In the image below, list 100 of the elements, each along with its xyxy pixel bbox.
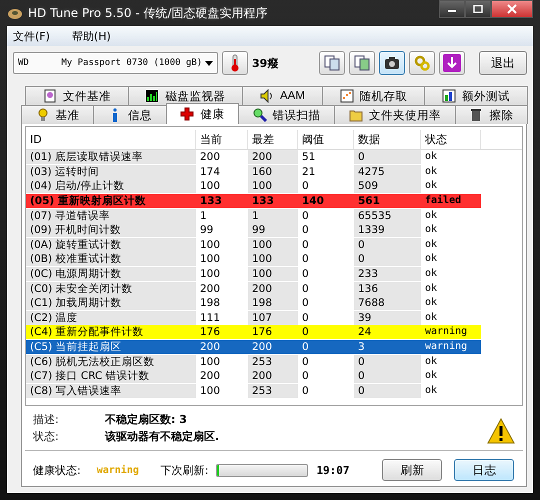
table-cell: 100 [248, 267, 298, 282]
table-cell: 0 [354, 238, 421, 252]
table-cell: (0B) 校准重试计数 [26, 252, 196, 266]
table-cell: 0 [298, 340, 354, 354]
table-row[interactable]: (0B) 校准重试计数 100 100 0 0 ok [26, 252, 522, 267]
table-cell-text: 200 [199, 369, 222, 384]
tab[interactable]: 额外测试 [424, 86, 528, 105]
tab[interactable]: 文件基准 [25, 86, 129, 105]
refresh-label: 下次刷新: [160, 462, 208, 478]
tab[interactable]: 错误扫描 [238, 105, 336, 124]
menu-item[interactable]: 帮助(H) [72, 28, 111, 44]
minimize-button[interactable] [439, 0, 465, 18]
table-row[interactable]: (07) 寻道错误率 1 1 0 65535 ok [26, 208, 522, 223]
magnifier-icon [252, 108, 267, 122]
camera-icon[interactable] [379, 51, 405, 75]
table-cell: 107 [248, 310, 298, 325]
bulb-icon [36, 108, 50, 122]
tab[interactable]: AAM [242, 86, 323, 105]
table-row[interactable]: (04) 启动/停止计数 100 100 0 509 ok [26, 179, 522, 194]
column-header[interactable]: 最差 [248, 130, 298, 148]
table-cell-text: 200 [199, 150, 222, 164]
tab[interactable]: 随机存取 [322, 86, 426, 105]
table-row[interactable]: (03) 运转时间 174 160 21 4275 ok [26, 164, 522, 180]
plus-icon [180, 107, 194, 121]
column-header[interactable]: 状态 [421, 130, 481, 148]
tab[interactable]: 信息 [93, 105, 167, 124]
table-row[interactable]: (0A) 旋转重试计数 100 100 0 0 ok [26, 238, 522, 252]
table-cell: (09) 开机时间计数 [26, 223, 196, 238]
table-cell: 1339 [354, 223, 421, 238]
table-cell-text: ok [424, 252, 438, 266]
table-cell: (C7) 接口 CRC 错误计数 [26, 369, 196, 384]
table-cell-text: ok [424, 238, 438, 252]
column-header[interactable]: 阈值 [298, 130, 354, 148]
table-row[interactable]: (C1) 加载周期计数 198 198 0 7688 ok [26, 296, 522, 311]
table-row[interactable]: (05) 重新映射扇区计数 133 133 140 561 failed [26, 194, 522, 208]
description-label: 描述: [33, 412, 60, 427]
table-cell: warning [421, 340, 481, 354]
table-row[interactable]: (C2) 温度 111 107 0 39 ok [26, 310, 522, 326]
download-icon[interactable] [439, 51, 465, 75]
table-cell-text: 200 [199, 282, 222, 296]
table-row[interactable]: (0C) 电源周期计数 100 100 0 233 ok [26, 266, 522, 282]
table-cell: (C5) 当前挂起扇区 [26, 340, 196, 354]
table-cell: 0 [354, 369, 421, 384]
table-cell: (C1) 加载周期计数 [26, 296, 196, 310]
table-row[interactable]: (C5) 当前挂起扇区 200 200 0 3 warning [26, 340, 522, 354]
table-cell: 198 [248, 296, 298, 310]
table-cell-text: 0 [301, 223, 310, 238]
table-row[interactable]: (C8) 写入错误速率 100 253 0 0 ok [26, 384, 522, 398]
drive-dropdown[interactable]: WD My Passport 0730 (1000 gB) [13, 52, 218, 74]
column-header[interactable]: ID [26, 130, 196, 148]
log-button[interactable]: 日志 [454, 459, 514, 481]
table-cell: (0A) 旋转重试计数 [26, 238, 196, 252]
tab[interactable]: 擦除 [454, 105, 528, 124]
table-cell: 509 [354, 179, 421, 194]
table-cell-text: ok [424, 150, 438, 164]
thermometer-button[interactable] [222, 51, 248, 75]
table-cell: 24 [354, 325, 421, 340]
column-header[interactable]: 数据 [354, 130, 421, 148]
exit-button[interactable]: 退出 [479, 51, 527, 75]
table-cell: 100 [248, 179, 298, 194]
description-text: 不稳定扇区数: 3 [105, 412, 188, 427]
maximize-icon [473, 5, 483, 13]
health-status: warning [96, 464, 140, 476]
table-cell: (C6) 脱机无法校正扇区数 [26, 354, 196, 369]
table-row[interactable]: (01) 底层读取错误速率 200 200 51 0 ok [26, 150, 522, 165]
tab[interactable]: 文件夹使用率 [334, 105, 456, 124]
table-cell-text: 198 [199, 296, 222, 310]
close-button[interactable] [491, 0, 533, 18]
table-cell-text: 51 [301, 150, 316, 164]
warning-icon [487, 418, 515, 444]
table-cell-text: 100 [199, 238, 222, 252]
refresh-button[interactable]: 刷新 [382, 459, 442, 481]
maximize-button[interactable] [465, 0, 491, 18]
tab[interactable]: 磁盘监视器 [128, 86, 244, 105]
copy-icon[interactable] [349, 51, 375, 75]
table-cell: 200 [196, 340, 248, 354]
tab[interactable]: 基准 [21, 105, 94, 124]
table-row[interactable]: (C7) 接口 CRC 错误计数 200 200 0 0 ok [26, 368, 522, 384]
table-cell-text: ok [424, 179, 438, 194]
tab[interactable]: 健康 [166, 103, 239, 124]
chart-icon [442, 89, 456, 103]
table-row[interactable]: (09) 开机时间计数 99 99 0 1339 ok [26, 222, 522, 238]
table-cell-text: 0 [301, 282, 310, 296]
table-cell-text: 0 [301, 267, 310, 282]
table-cell: 176 [196, 325, 248, 340]
table-row[interactable]: (C6) 脱机无法校正扇区数 100 253 0 0 ok [26, 354, 522, 369]
table-cell: 133 [248, 194, 298, 208]
table-cell: 65535 [354, 208, 421, 223]
table-row[interactable]: (C0) 未安全关闭计数 200 200 0 136 ok [26, 281, 522, 296]
table-cell: 200 [248, 340, 298, 354]
column-header[interactable]: 当前 [196, 130, 248, 148]
table-cell: 200 [248, 369, 298, 384]
table-cell-text: ok [424, 223, 438, 238]
table-row[interactable]: (C4) 重新分配事件计数 176 176 0 24 warning [26, 325, 522, 340]
copy-icon[interactable] [319, 51, 345, 75]
menu-item[interactable]: 文件(F) [13, 28, 50, 44]
table-cell: 3 [354, 340, 421, 354]
table-cell-text: 21 [301, 164, 316, 179]
table-cell: 200 [248, 282, 298, 296]
window-title: HD Tune Pro 5.50 - 传统/固态硬盘实用程序 [28, 4, 269, 22]
